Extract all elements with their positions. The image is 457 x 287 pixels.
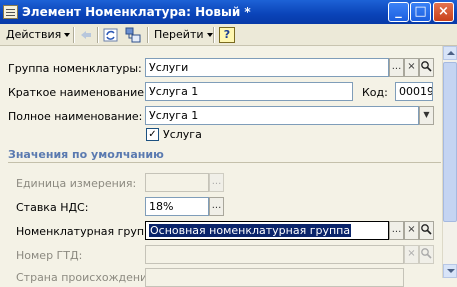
scroll-down-button[interactable]	[443, 264, 457, 278]
toolbar-separator	[73, 27, 75, 43]
nomenclature-group-clear-button[interactable]: ×	[404, 221, 419, 240]
vertical-scrollbar[interactable]	[442, 46, 457, 278]
short-name-field[interactable]: Услуга 1	[145, 82, 353, 101]
maximize-button[interactable]: □	[410, 2, 431, 22]
scroll-thumb[interactable]	[443, 62, 457, 222]
nomenclature-group-value: Основная номенклатурная группа	[149, 224, 352, 237]
full-name-value: Услуга 1	[149, 109, 199, 122]
chevron-down-icon	[206, 33, 213, 37]
group-value: Услуги	[149, 61, 189, 74]
vat-field[interactable]: 18%	[145, 197, 209, 216]
code-value: 00019	[399, 85, 433, 98]
toolbar: Действия Перейти ?	[0, 24, 457, 46]
service-checkbox[interactable]: ✓	[146, 128, 159, 141]
refresh-icon[interactable]	[103, 27, 119, 43]
document-icon	[3, 5, 18, 19]
full-name-field[interactable]: Услуга 1	[145, 106, 419, 125]
title-bar: Элемент Номенклатура: Новый * _ □ ×	[0, 0, 457, 24]
back-arrow-icon[interactable]	[78, 27, 94, 43]
structure-icon[interactable]	[125, 27, 141, 43]
unit-label: Единица измерения:	[16, 177, 137, 190]
short-name-label: Краткое наименование:	[8, 86, 148, 99]
arrow-down-icon	[447, 269, 455, 273]
goto-label: Перейти	[154, 28, 204, 41]
nomenclature-group-select-button[interactable]: ...	[389, 221, 404, 240]
help-icon[interactable]: ?	[219, 27, 235, 43]
group-search-icon[interactable]	[419, 58, 434, 77]
toolbar-separator	[147, 27, 149, 43]
code-label: Код:	[362, 86, 388, 99]
vat-label: Ставка НДС:	[16, 201, 89, 214]
toolbar-separator	[97, 27, 99, 43]
gtd-search-icon	[419, 245, 434, 264]
goto-menu[interactable]: Перейти	[154, 27, 213, 43]
vat-select-button[interactable]: ...	[209, 197, 224, 216]
code-field[interactable]: 00019	[395, 82, 433, 101]
full-name-dropdown-button[interactable]: ▼	[419, 106, 434, 125]
actions-label: Действия	[6, 28, 62, 41]
defaults-section-title: Значения по умолчанию	[8, 148, 164, 161]
arrow-up-icon	[447, 51, 455, 55]
minimize-button[interactable]: _	[388, 2, 409, 22]
group-clear-button[interactable]: ×	[404, 58, 419, 77]
short-name-value: Услуга 1	[149, 85, 199, 98]
close-button[interactable]: ×	[433, 2, 454, 22]
toolbar-separator	[213, 27, 215, 43]
chevron-down-icon	[64, 33, 71, 37]
gtd-field	[145, 245, 404, 264]
group-select-button[interactable]: ...	[389, 58, 404, 77]
gtd-clear-button: ×	[404, 245, 419, 264]
unit-select-button: ...	[209, 173, 224, 192]
nomenclature-group-search-icon[interactable]	[419, 221, 434, 240]
group-field[interactable]: Услуги	[145, 58, 389, 77]
nomenclature-group-field[interactable]: Основная номенклатурная группа	[145, 221, 389, 240]
group-label: Группа номенклатуры:	[8, 62, 142, 75]
gtd-label: Номер ГТД:	[16, 249, 83, 262]
vat-value: 18%	[149, 200, 174, 213]
window-title: Элемент Номенклатура: Новый *	[22, 5, 251, 19]
actions-menu[interactable]: Действия	[6, 27, 71, 43]
nomenclature-group-label: Номенклатурная группа:	[16, 225, 162, 238]
unit-field	[145, 173, 209, 192]
service-checkbox-label: Услуга	[163, 128, 202, 141]
section-divider	[8, 162, 441, 163]
full-name-label: Полное наименование:	[8, 110, 143, 123]
scroll-up-button[interactable]	[443, 46, 457, 60]
